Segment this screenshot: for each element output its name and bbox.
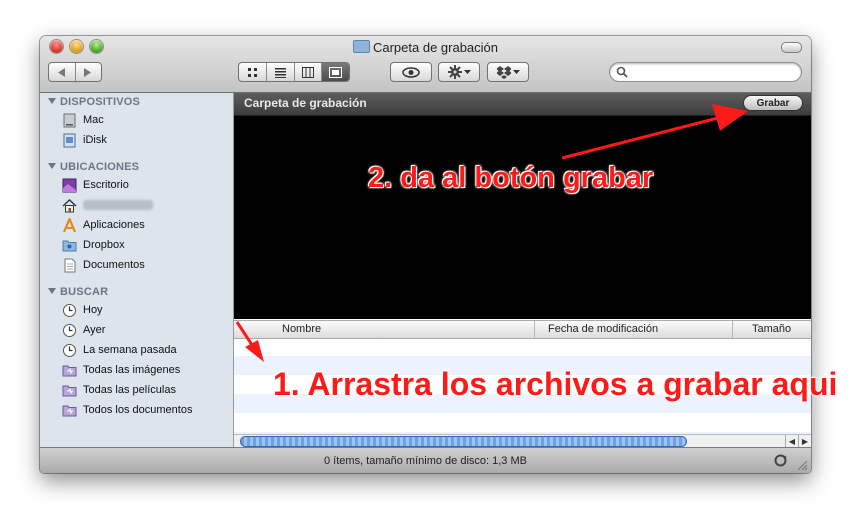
annotation-arrow-to-dropzone <box>235 321 264 362</box>
annotation-arrows <box>235 104 748 362</box>
annotation-step-2: 2. da al botón grabar <box>368 162 654 194</box>
annotation-arrow-to-grabar <box>561 104 748 160</box>
annotation-step-1: 1. Arrastra los archivos a grabar aqui <box>273 366 838 402</box>
